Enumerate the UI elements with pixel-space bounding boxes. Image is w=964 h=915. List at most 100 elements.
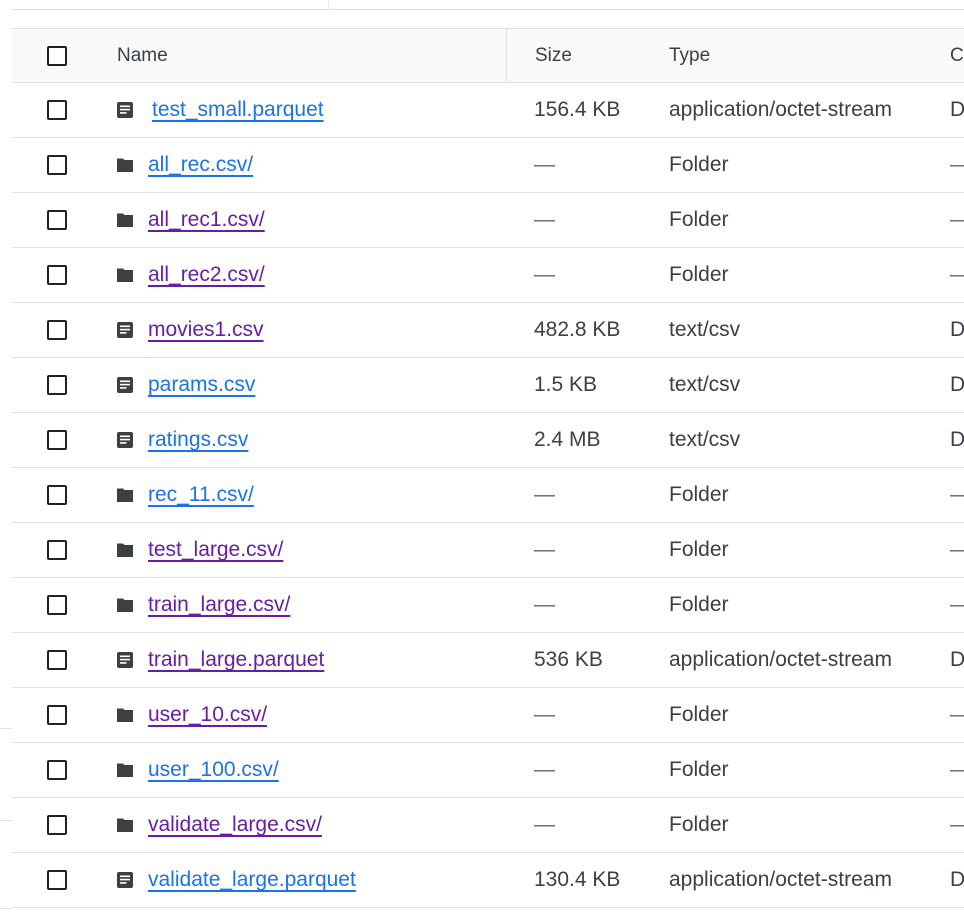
table-row[interactable]: user_100.csv/ — Folder —: [12, 743, 964, 798]
column-header-size[interactable]: Size: [506, 29, 642, 82]
row-checkbox[interactable]: [47, 485, 67, 505]
folder-icon: [117, 487, 133, 503]
file-type: Folder: [669, 538, 729, 561]
file-size: 2.4 MB: [534, 428, 601, 451]
file-size: —: [534, 483, 555, 506]
file-created: D: [950, 318, 964, 341]
file-size: —: [534, 813, 555, 836]
file-size: 482.8 KB: [534, 318, 621, 341]
file-name-link[interactable]: all_rec1.csv/: [148, 208, 265, 232]
folder-icon: [117, 762, 133, 778]
table-body: test_small.parquet 156.4 KB application/oc…: [12, 83, 964, 908]
folder-icon: [117, 597, 133, 613]
file-size: 536 KB: [534, 648, 603, 671]
table-row[interactable]: ratings.csv 2.4 MB text/csv D: [12, 413, 964, 468]
file-size: —: [534, 208, 555, 231]
table-row[interactable]: all_rec1.csv/ — Folder —: [12, 193, 964, 248]
file-table: Name Size Type Cr test_small.parquet 156.…: [12, 28, 964, 908]
document-icon: [117, 322, 133, 338]
file-name-link[interactable]: params.csv: [148, 373, 255, 397]
row-checkbox[interactable]: [47, 815, 67, 835]
table-row[interactable]: validate_large.parquet 130.4 KB applicatio…: [12, 853, 964, 908]
file-created: D: [950, 98, 964, 121]
file-created: —: [950, 248, 964, 302]
file-type: Folder: [669, 593, 729, 616]
file-name-link[interactable]: validate_large.parquet: [148, 868, 356, 892]
table-row[interactable]: rec_11.csv/ — Folder —: [12, 468, 964, 523]
file-type: text/csv: [669, 428, 741, 451]
document-icon: [117, 377, 133, 393]
row-checkbox[interactable]: [47, 595, 67, 615]
document-icon: [117, 652, 133, 668]
folder-icon: [117, 267, 133, 283]
file-name-link[interactable]: train_large.parquet: [148, 648, 324, 672]
row-checkbox[interactable]: [47, 100, 67, 120]
file-type: Folder: [669, 483, 729, 506]
file-name-link[interactable]: train_large.csv/: [148, 593, 290, 617]
column-header-name[interactable]: Name: [102, 29, 506, 82]
file-type: Folder: [669, 153, 729, 176]
file-size: 130.4 KB: [534, 868, 621, 891]
table-row[interactable]: movies1.csv 482.8 KB text/csv D: [12, 303, 964, 358]
file-type: application/octet-stream: [669, 648, 892, 671]
file-created: —: [950, 798, 964, 852]
file-type: application/octet-stream: [669, 868, 892, 891]
file-created: —: [950, 578, 964, 632]
file-created: —: [950, 523, 964, 577]
folder-icon: [117, 542, 133, 558]
file-name-link[interactable]: ratings.csv: [148, 428, 248, 452]
table-row[interactable]: all_rec2.csv/ — Folder —: [12, 248, 964, 303]
file-name-link[interactable]: validate_large.csv/: [148, 813, 322, 837]
file-type: application/octet-stream: [669, 98, 892, 121]
row-checkbox[interactable]: [47, 705, 67, 725]
table-row[interactable]: user_10.csv/ — Folder —: [12, 688, 964, 743]
table-row[interactable]: params.csv 1.5 KB text/csv D: [12, 358, 964, 413]
file-type: text/csv: [669, 373, 741, 396]
row-checkbox[interactable]: [47, 760, 67, 780]
file-name-link[interactable]: rec_11.csv/: [148, 483, 254, 507]
table-row[interactable]: test_small.parquet 156.4 KB application/oc…: [12, 83, 964, 138]
file-size: —: [534, 538, 555, 561]
row-checkbox[interactable]: [47, 870, 67, 890]
file-size: —: [534, 263, 555, 286]
file-name-link[interactable]: all_rec.csv/: [148, 153, 253, 177]
file-name-link[interactable]: test_small.parquet: [148, 98, 324, 122]
row-checkbox[interactable]: [47, 210, 67, 230]
row-checkbox[interactable]: [47, 540, 67, 560]
file-size: 156.4 KB: [534, 98, 621, 121]
file-created: —: [950, 468, 964, 522]
table-row[interactable]: validate_large.csv/ — Folder —: [12, 798, 964, 853]
file-created: —: [950, 193, 964, 247]
file-name-link[interactable]: user_10.csv/: [148, 703, 267, 727]
row-checkbox[interactable]: [47, 430, 67, 450]
row-checkbox[interactable]: [47, 265, 67, 285]
document-icon: [117, 102, 133, 118]
file-created: —: [950, 743, 964, 797]
select-all-checkbox[interactable]: [47, 45, 67, 66]
table-row[interactable]: all_rec.csv/ — Folder —: [12, 138, 964, 193]
file-created: D: [950, 428, 964, 451]
table-row[interactable]: train_large.parquet 536 KB application/oct…: [12, 633, 964, 688]
row-checkbox[interactable]: [47, 320, 67, 340]
column-header-type[interactable]: Type: [642, 29, 950, 82]
table-row[interactable]: train_large.csv/ — Folder —: [12, 578, 964, 633]
row-checkbox[interactable]: [47, 375, 67, 395]
file-type: text/csv: [669, 318, 741, 341]
folder-icon: [117, 707, 133, 723]
file-type: Folder: [669, 703, 729, 726]
file-name-link[interactable]: test_large.csv/: [148, 538, 283, 562]
file-name-link[interactable]: movies1.csv: [148, 318, 264, 342]
file-name-link[interactable]: user_100.csv/: [148, 758, 279, 782]
table-row[interactable]: test_large.csv/ — Folder —: [12, 523, 964, 578]
file-type: Folder: [669, 208, 729, 231]
file-size: —: [534, 153, 555, 176]
row-checkbox[interactable]: [47, 155, 67, 175]
row-checkbox[interactable]: [47, 650, 67, 670]
file-name-link[interactable]: all_rec2.csv/: [148, 263, 265, 287]
file-created: —: [950, 688, 964, 742]
toolbar-strip: [12, 0, 964, 28]
file-type: Folder: [669, 758, 729, 781]
folder-icon: [117, 212, 133, 228]
file-created: D: [950, 373, 964, 396]
column-header-created[interactable]: Cr: [950, 29, 964, 82]
